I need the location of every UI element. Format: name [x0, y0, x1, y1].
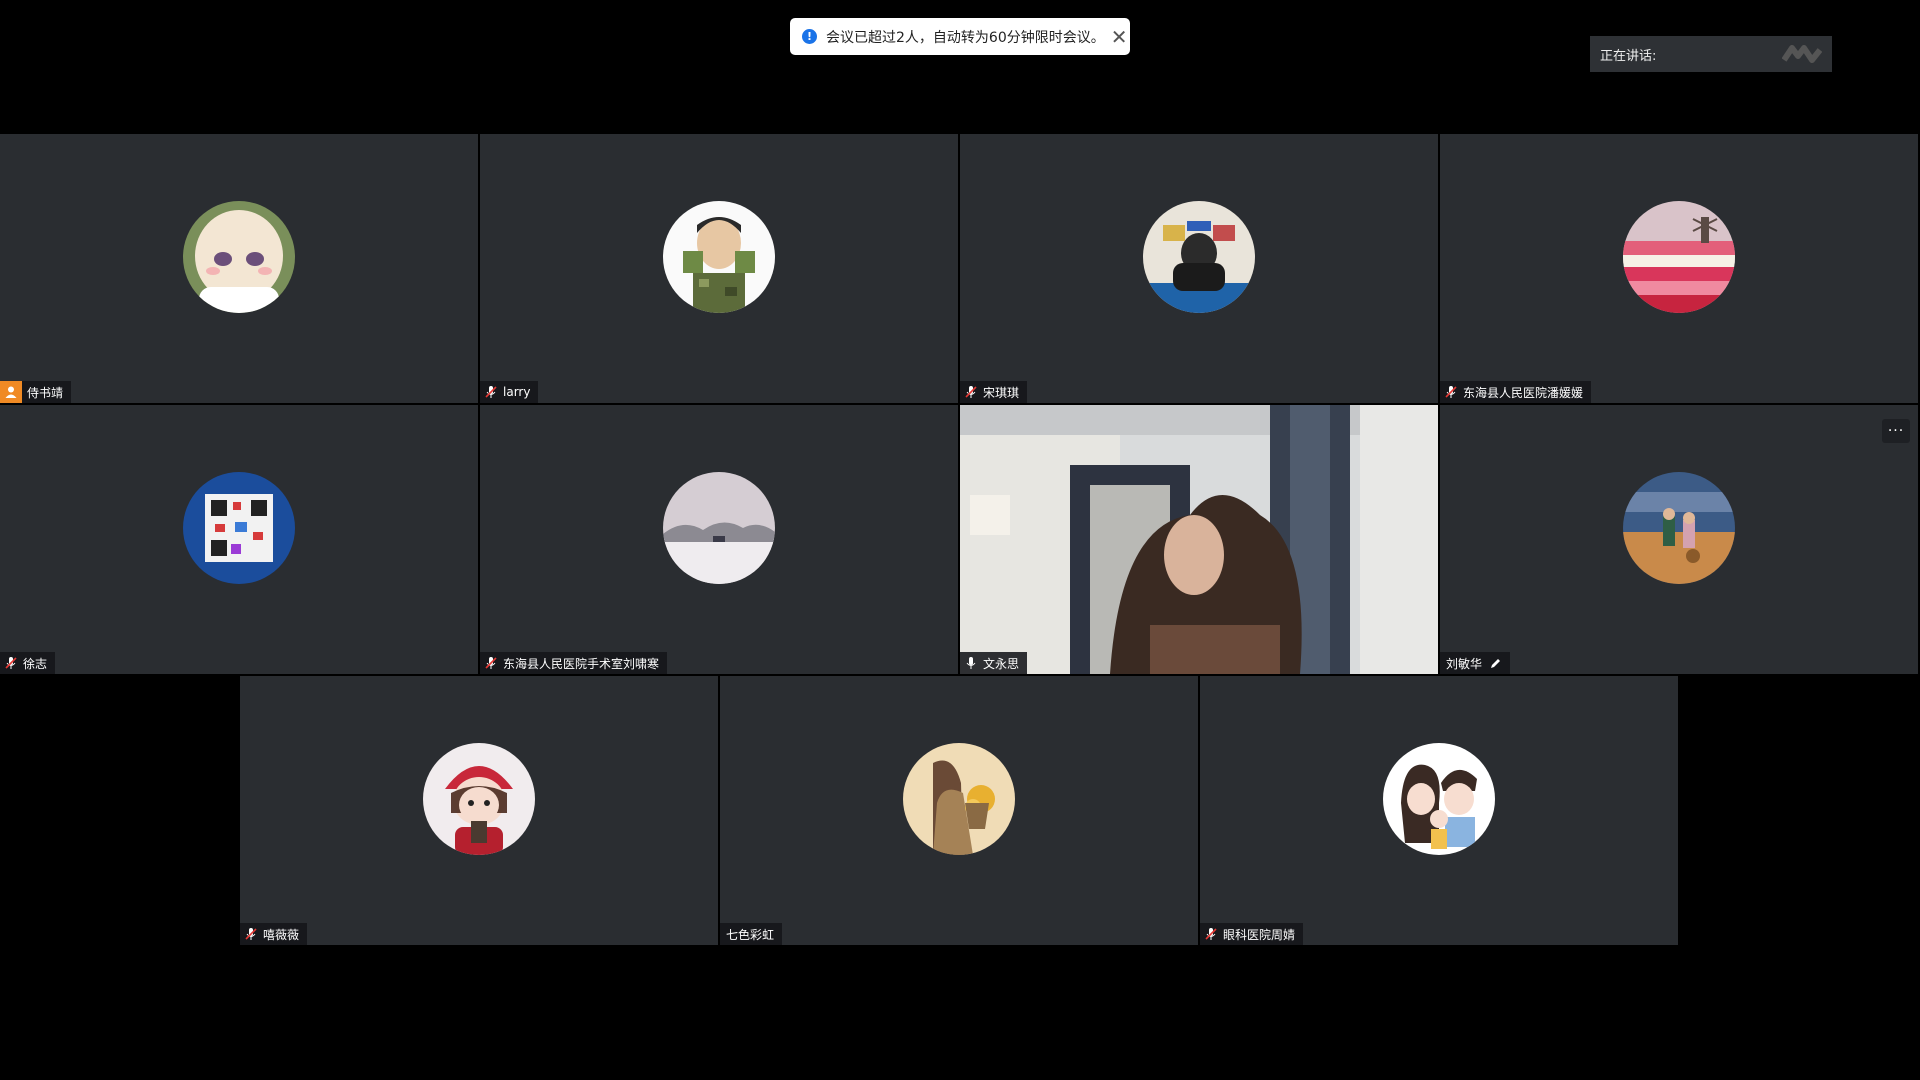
participant-tile-6[interactable]: 东海县人民医院手术室刘啸寒: [480, 405, 958, 674]
participant-tile-8[interactable]: ··· 刘敏华: [1440, 405, 1918, 674]
participant-tile-2[interactable]: larry: [480, 134, 958, 403]
edit-icon[interactable]: [1490, 657, 1502, 669]
mic-muted-icon: [485, 657, 497, 669]
more-options-button[interactable]: ···: [1882, 419, 1910, 443]
participant-tile-11[interactable]: 眼科医院周婧: [1200, 676, 1678, 945]
mic-muted-icon: [245, 928, 257, 940]
active-speaker-indicator: 正在讲话:: [1590, 36, 1832, 72]
participant-tile-5[interactable]: 徐志: [0, 405, 478, 674]
avatar: [1623, 201, 1735, 313]
audio-wave-icon: [1782, 45, 1822, 63]
mic-muted-icon: [1205, 928, 1217, 940]
participant-nametag: 文永思: [960, 652, 1028, 674]
mic-muted-icon: [1445, 386, 1457, 398]
participant-nametag: 东海县人民医院潘媛媛: [1440, 381, 1592, 403]
participant-nametag: 眼科医院周婧: [1200, 923, 1304, 945]
participant-tile-7-video[interactable]: 文永思: [960, 405, 1438, 674]
mic-icon: [966, 657, 976, 669]
participant-name: 侍书靖: [27, 385, 64, 400]
participant-nametag: 侍书靖: [0, 381, 72, 403]
mic-muted-icon: [965, 386, 977, 398]
avatar: [1143, 201, 1255, 313]
participant-video-feed: [960, 405, 1438, 674]
avatar: [1383, 743, 1495, 855]
participant-nametag: 刘敏华: [1440, 652, 1511, 674]
info-icon: !: [802, 29, 817, 44]
participant-name: 七色彩虹: [726, 927, 775, 942]
participant-name: 东海县人民医院手术室刘啸寒: [503, 656, 660, 671]
speaking-label: 正在讲话:: [1600, 48, 1657, 64]
participant-nametag: 东海县人民医院手术室刘啸寒: [480, 652, 668, 674]
notification-message: 会议已超过2人，自动转为60分钟限时会议。: [826, 29, 1105, 46]
participant-nametag: 七色彩虹: [720, 923, 783, 945]
host-user-icon: [0, 381, 22, 403]
avatar: [663, 201, 775, 313]
avatar: [1623, 472, 1735, 584]
participant-tile-9[interactable]: 嘻薇薇: [240, 676, 718, 945]
participant-tile-4[interactable]: 东海县人民医院潘媛媛: [1440, 134, 1918, 403]
participant-nametag: larry: [480, 381, 539, 403]
meeting-limit-notification: ! 会议已超过2人，自动转为60分钟限时会议。 ✕: [790, 18, 1130, 55]
mic-muted-icon: [485, 386, 497, 398]
avatar: [423, 743, 535, 855]
participant-tile-10[interactable]: 七色彩虹: [720, 676, 1198, 945]
participant-name: 眼科医院周婧: [1223, 927, 1296, 942]
participant-name: 嘻薇薇: [263, 927, 300, 942]
close-notification-button[interactable]: ✕: [1111, 27, 1128, 47]
participant-name: 徐志: [23, 656, 48, 671]
mic-muted-icon: [5, 657, 17, 669]
participant-name: 宋琪琪: [983, 385, 1020, 400]
avatar: [183, 201, 295, 313]
participant-tile-1[interactable]: 侍书靖: [0, 134, 478, 403]
participant-nametag: 宋琪琪: [960, 381, 1028, 403]
avatar: [183, 472, 295, 584]
avatar: [903, 743, 1015, 855]
participant-name: 东海县人民医院潘媛媛: [1463, 385, 1584, 400]
participant-nametag: 嘻薇薇: [240, 923, 308, 945]
participant-tile-3[interactable]: 宋琪琪: [960, 134, 1438, 403]
participant-name: 刘敏华: [1446, 656, 1483, 671]
participant-name: 文永思: [983, 656, 1020, 671]
participant-name: larry: [503, 385, 531, 399]
avatar: [663, 472, 775, 584]
participant-nametag: 徐志: [0, 652, 56, 674]
